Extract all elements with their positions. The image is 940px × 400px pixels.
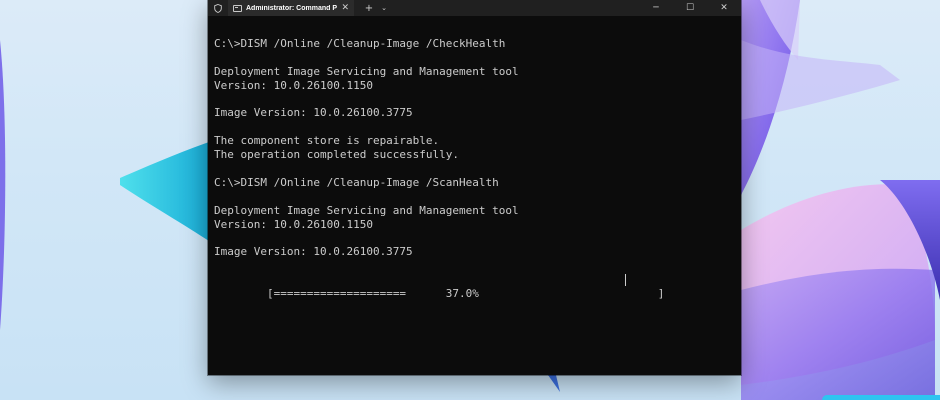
taskbar-accent	[822, 395, 940, 400]
progress-line: [==================== 37.0% ]	[214, 273, 741, 300]
desktop: Administrator: Command Pro ✕ + ⌄ ─ ☐ ✕ C…	[0, 0, 940, 400]
terminal-icon	[233, 4, 242, 12]
tab-command-prompt[interactable]: Administrator: Command Pro ✕	[228, 0, 354, 16]
title-bar[interactable]: Administrator: Command Pro ✕ + ⌄ ─ ☐ ✕	[208, 0, 741, 16]
shield-icon	[208, 0, 228, 16]
console-line: The operation completed successfully.	[214, 148, 460, 162]
progress-bar-text: [==================== 37.0% ]	[266, 287, 665, 301]
maximize-button[interactable]: ☐	[673, 0, 707, 16]
console-line: Deployment Image Servicing and Managemen…	[214, 203, 519, 217]
close-button[interactable]: ✕	[707, 0, 741, 16]
terminal-window: Administrator: Command Pro ✕ + ⌄ ─ ☐ ✕ C…	[208, 0, 741, 375]
minimize-button[interactable]: ─	[639, 0, 673, 16]
console-line: Version: 10.0.26100.1150	[214, 78, 373, 92]
chevron-down-icon[interactable]: ⌄	[378, 0, 390, 16]
console-line: The component store is repairable.	[214, 134, 440, 148]
console-line: Deployment Image Servicing and Managemen…	[214, 64, 519, 78]
tab-close-icon[interactable]: ✕	[341, 3, 349, 13]
console-line: C:\>DISM /Online /Cleanup-Image /ScanHea…	[214, 175, 499, 189]
console-line: C:\>DISM /Online /Cleanup-Image /CheckHe…	[214, 37, 506, 50]
console-line: Image Version: 10.0.26100.3775	[214, 245, 413, 259]
new-tab-button[interactable]: +	[360, 0, 378, 16]
tab-title: Administrator: Command Pro	[246, 4, 338, 12]
console-output[interactable]: C:\>DISM /Online /Cleanup-Image /CheckHe…	[208, 16, 741, 375]
console-line: Image Version: 10.0.26100.3775	[214, 106, 413, 120]
console-line: Version: 10.0.26100.1150	[214, 217, 373, 231]
text-cursor	[625, 274, 626, 287]
